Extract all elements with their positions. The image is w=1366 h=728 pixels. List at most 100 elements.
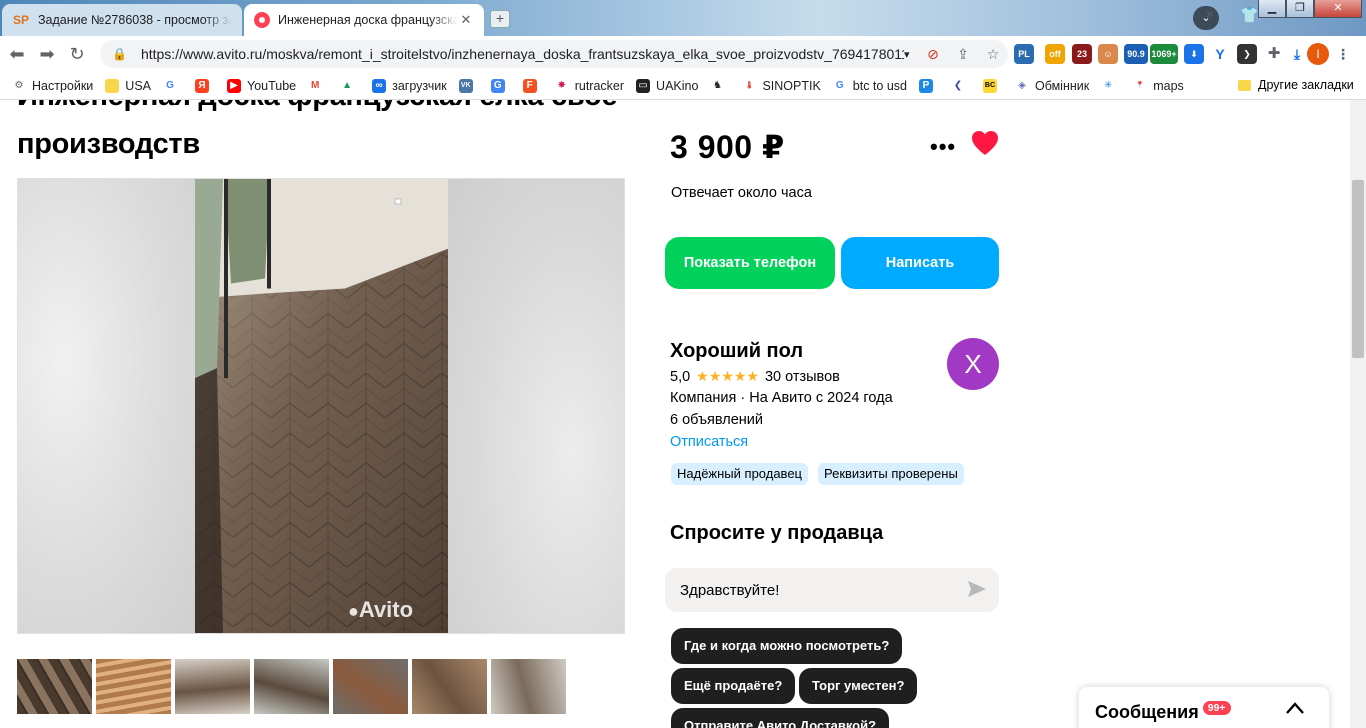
theme-icon[interactable]: 👕	[1240, 6, 1259, 24]
camera-blocked-icon[interactable]: ⊘	[918, 46, 948, 63]
messages-panel[interactable]: Сообщения 99+	[1079, 687, 1329, 728]
profile-avatar[interactable]: I	[1307, 43, 1329, 65]
bookmarks-bar: ⚙ Настройки USA G Я ▶ YouTube M ▲ ∞ загрузчик VK G F ✸…	[0, 72, 1366, 100]
unsubscribe-link[interactable]: Отписаться	[670, 434, 748, 450]
forward-icon[interactable]: ➡	[34, 41, 60, 67]
seller-ads-count[interactable]: 6 объявлений	[670, 412, 763, 428]
thumbnail-4[interactable]	[254, 659, 329, 714]
thumbnail-5[interactable]	[333, 659, 408, 714]
menu-kebab-icon[interactable]: ⋮	[1333, 44, 1353, 64]
write-message-button[interactable]: Написать	[841, 237, 999, 289]
bookmark-maps[interactable]: 📍 maps	[1133, 78, 1184, 93]
pl-extension-icon[interactable]: PL	[1014, 44, 1034, 64]
bookmark-f[interactable]: F	[522, 78, 543, 93]
new-tab-button[interactable]: +	[490, 10, 510, 28]
bookmark-google[interactable]: G	[163, 78, 183, 93]
quick-question-bargain[interactable]: Торг уместен?	[799, 668, 918, 704]
rating-value: 5,0	[670, 368, 691, 385]
close-tab-icon[interactable]: ✕	[458, 12, 474, 28]
thumbnail-strip	[17, 659, 566, 714]
bookmark-rutracker[interactable]: ✸ rutracker	[554, 78, 624, 93]
favorite-heart-icon[interactable]	[971, 130, 999, 156]
thumbnail-1[interactable]	[17, 659, 92, 714]
v-extension-icon[interactable]: Y	[1210, 44, 1230, 64]
bookmark-обмінник[interactable]: ◈ Обмінник	[1014, 78, 1089, 93]
tab-avito-listing[interactable]: Инженерная доска французская ✕	[244, 4, 484, 36]
face-extension-icon[interactable]: ☺	[1098, 44, 1118, 64]
close-window-button[interactable]: ✕	[1314, 0, 1362, 18]
bookmark-настройки[interactable]: ⚙ Настройки	[12, 78, 93, 93]
bookmark-vk[interactable]: VK	[458, 78, 479, 93]
bookmark-arrow[interactable]: ❮	[950, 78, 971, 93]
back-icon[interactable]: ⬅	[4, 41, 30, 67]
quick-question-still-selling[interactable]: Ещё продаёте?	[671, 668, 796, 704]
more-options-icon[interactable]: •••	[930, 134, 956, 160]
url-dropdown-icon[interactable]: ▾	[904, 48, 918, 61]
bookmark-uakino[interactable]: ▭ UAKino	[636, 78, 698, 93]
reload-icon[interactable]: ↻	[64, 41, 90, 67]
thumbnail-2[interactable]	[96, 659, 171, 714]
uakino-icon: ▭	[636, 78, 651, 93]
other-bookmarks-label: Другие закладки	[1258, 78, 1354, 92]
show-phone-button[interactable]: Показать телефон	[665, 237, 835, 289]
minimize-button[interactable]: ▁	[1258, 0, 1286, 18]
main-listing-image[interactable]: ●Avito	[17, 178, 625, 634]
listing-price: 3 900 ₽	[670, 129, 785, 165]
ask-seller-heading: Спросите у продавца	[670, 522, 884, 544]
bookmark-drive[interactable]: ▲	[340, 78, 360, 93]
lock-icon[interactable]: 🔒	[112, 47, 127, 61]
seller-company: Компания · На Авито с 2024 года	[670, 390, 893, 406]
bookmark-youtube[interactable]: ▶ YouTube	[227, 78, 296, 93]
youtube-icon: ▶	[227, 78, 241, 93]
bookmark-bc[interactable]: BC	[982, 78, 1003, 93]
reliable-seller-badge[interactable]: Надёжный продавец	[671, 463, 808, 485]
bookmark-usa[interactable]: USA	[105, 78, 151, 93]
chevron-up-icon[interactable]	[1285, 701, 1305, 715]
count-extension-icon[interactable]: 23	[1072, 44, 1092, 64]
rutracker-icon: ✸	[554, 78, 569, 93]
download-extension-icon[interactable]: ⬇	[1184, 44, 1204, 64]
seller-avatar[interactable]: X	[947, 338, 999, 390]
avito-favicon-icon	[254, 12, 270, 28]
bookmark-загрузчик[interactable]: ∞ загрузчик	[372, 78, 447, 93]
price-extension-icon[interactable]: 90.9	[1124, 44, 1148, 64]
messages-count-badge: 99+	[1202, 701, 1231, 715]
bookmark-p[interactable]: P	[918, 78, 939, 93]
bookmark-translate[interactable]: G	[490, 78, 511, 93]
address-bar[interactable]: 🔒 https://www.avito.ru/moskva/remont_i_s…	[100, 40, 1008, 68]
seller-name[interactable]: Хороший пол	[670, 340, 803, 363]
off-extension-icon[interactable]: off	[1045, 44, 1065, 64]
quick-question-where[interactable]: Где и когда можно посмотреть?	[671, 628, 903, 664]
thumbnail-7[interactable]	[491, 659, 566, 714]
listing-title: Инженерная доска французская елка свое п…	[17, 100, 618, 160]
verified-details-badge[interactable]: Реквизиты проверены	[818, 463, 964, 485]
downloads-icon[interactable]: ⤓	[1287, 44, 1307, 64]
quick-question-delivery[interactable]: Отправите Авито Доставкой?	[671, 708, 890, 728]
send-arrow-icon[interactable]	[967, 580, 987, 598]
extensions-puzzle-icon[interactable]: ✚	[1264, 44, 1284, 64]
thumbnail-3[interactable]	[175, 659, 250, 714]
share-icon[interactable]: ⇪	[948, 46, 978, 63]
bookmark-btc-to-usd[interactable]: Gbtc to usd	[832, 78, 907, 93]
avito-watermark: ●Avito	[348, 597, 414, 622]
bookmark-figure[interactable]: ♞	[710, 78, 730, 93]
tab-assignment[interactable]: SP Задание №2786038 - просмотр за	[2, 4, 242, 36]
bookmark-yandex[interactable]: Я	[195, 78, 215, 93]
rating-stars-icon: ★★★★★	[696, 368, 759, 384]
url-text[interactable]: https://www.avito.ru/moskva/remont_i_str…	[141, 46, 904, 62]
bookmark-star-icon[interactable]: ☆	[978, 46, 1008, 63]
bookmark-sinoptik[interactable]: 🌡 SINOPTIK	[742, 78, 821, 93]
bookmark-gmail[interactable]: M	[308, 78, 328, 93]
bookmarks-overflow-icon[interactable]: »	[1206, 6, 1213, 21]
bitcoin-extension-icon[interactable]: 1069+	[1150, 44, 1178, 64]
arrow-extension-icon[interactable]: ❯	[1237, 44, 1257, 64]
exchange-icon: ◈	[1014, 78, 1029, 93]
reviews-link[interactable]: 30 отзывов	[765, 369, 840, 385]
google-icon: G	[163, 78, 177, 93]
other-bookmarks-folder[interactable]: Другие закладки	[1238, 78, 1354, 92]
scrollbar-thumb-handle[interactable]	[1352, 180, 1364, 358]
maximize-button[interactable]: ❐	[1286, 0, 1314, 18]
bookmark-star[interactable]: ✳	[1101, 78, 1121, 93]
thumbnail-6[interactable]	[412, 659, 487, 714]
ask-seller-input[interactable]: Здравствуйте!	[665, 568, 999, 612]
